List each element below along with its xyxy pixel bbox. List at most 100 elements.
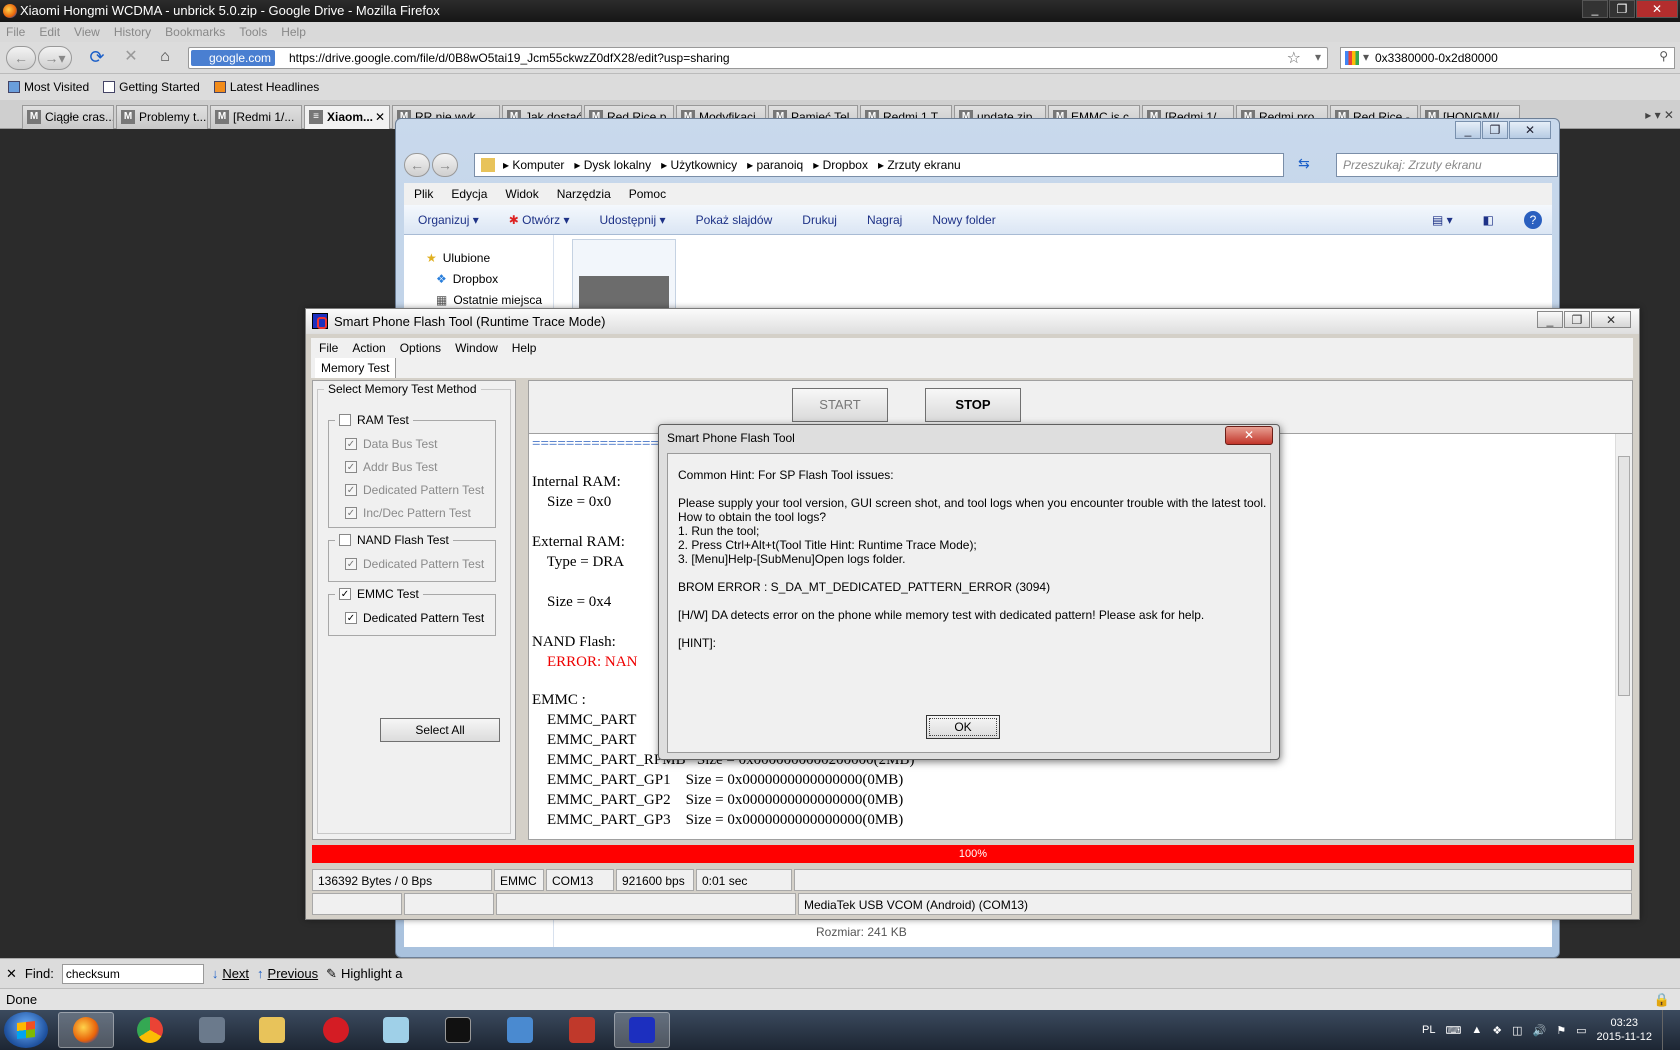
close-button[interactable]: ✕ bbox=[1636, 0, 1678, 18]
menu-edycja[interactable]: Edycja bbox=[451, 183, 487, 205]
find-previous-button[interactable]: ↑ Previous bbox=[257, 966, 318, 981]
close-find-icon[interactable]: ✕ bbox=[6, 966, 17, 982]
taskbar-cmd[interactable] bbox=[430, 1012, 486, 1048]
help-icon[interactable]: ? bbox=[1524, 211, 1542, 229]
inc-dec-pattern-checkbox[interactable]: ✓ bbox=[345, 507, 357, 519]
menu-window[interactable]: Window bbox=[455, 338, 498, 358]
view-options-icon[interactable]: ▤ ▾ bbox=[1432, 205, 1453, 234]
show-hidden-icons[interactable]: ▲ bbox=[1471, 1024, 1482, 1036]
forward-button[interactable]: → bbox=[432, 153, 458, 177]
ram-dedicated-pattern-checkbox[interactable]: ✓ bbox=[345, 484, 357, 496]
clock[interactable]: 03:23 2015-11-12 bbox=[1597, 1016, 1652, 1044]
flag-icon[interactable]: ⚑ bbox=[1556, 1024, 1566, 1037]
browser-tab[interactable]: M Ciągłe cras... bbox=[22, 105, 114, 129]
breadcrumb-item[interactable]: ▸ Użytkownicy bbox=[661, 158, 737, 172]
taskbar-explorer[interactable] bbox=[244, 1012, 300, 1048]
start-button[interactable] bbox=[4, 1012, 48, 1048]
burn-button[interactable]: Nagraj bbox=[867, 205, 902, 234]
menu-view[interactable]: View bbox=[74, 22, 100, 42]
search-engine-dropdown-icon[interactable]: ▾ bbox=[1363, 50, 1369, 64]
url-text[interactable]: https://drive.google.com/file/d/0B8wO5ta… bbox=[289, 48, 730, 68]
taskbar-sp-flash-tool[interactable] bbox=[614, 1012, 670, 1048]
taskbar-remote[interactable] bbox=[492, 1012, 548, 1048]
taskbar-app[interactable] bbox=[184, 1012, 240, 1048]
slideshow-button[interactable]: Pokaż slajdów bbox=[696, 205, 773, 234]
breadcrumb-item[interactable]: ▸ paranoiq bbox=[747, 158, 803, 172]
nav-recent[interactable]: ▦ Ostatnie miejsca bbox=[426, 289, 553, 310]
data-bus-test-checkbox[interactable]: ✓ bbox=[345, 438, 357, 450]
close-button[interactable]: ✕ bbox=[1509, 121, 1551, 139]
scroll-thumb[interactable] bbox=[1618, 456, 1630, 696]
back-button[interactable]: ← bbox=[6, 46, 36, 70]
keyboard-icon[interactable]: ⌨ bbox=[1446, 1024, 1462, 1037]
menu-tools[interactable]: Tools bbox=[239, 22, 267, 42]
menu-file[interactable]: File bbox=[319, 338, 338, 358]
organize-button[interactable]: Organizuj ▾ bbox=[418, 205, 479, 234]
ok-button[interactable]: OK bbox=[926, 715, 1000, 739]
google-icon[interactable] bbox=[1345, 51, 1359, 65]
bookmark-getting-started[interactable]: Getting Started bbox=[103, 74, 200, 100]
menu-bookmarks[interactable]: Bookmarks bbox=[165, 22, 225, 42]
new-folder-button[interactable]: Nowy folder bbox=[932, 205, 995, 234]
taskbar-notes[interactable] bbox=[368, 1012, 424, 1048]
menu-widok[interactable]: Widok bbox=[505, 183, 538, 205]
menu-plik[interactable]: Plik bbox=[414, 183, 433, 205]
stop-button[interactable]: STOP bbox=[925, 388, 1021, 422]
menu-edit[interactable]: Edit bbox=[39, 22, 60, 42]
back-button[interactable]: ← bbox=[404, 153, 430, 177]
restore-button[interactable]: ❐ bbox=[1482, 121, 1508, 139]
display-icon[interactable]: ▭ bbox=[1576, 1024, 1586, 1037]
minimize-button[interactable]: _ bbox=[1455, 121, 1481, 139]
stop-icon[interactable]: ✕ bbox=[118, 46, 144, 70]
breadcrumb-item[interactable]: ▸ Dropbox bbox=[813, 158, 868, 172]
close-tab-icon[interactable]: ✕ bbox=[375, 106, 385, 128]
emmc-dedicated-pattern-checkbox[interactable]: ✓ bbox=[345, 612, 357, 624]
share-button[interactable]: Udostępnij ▾ bbox=[600, 205, 666, 234]
refresh-icon[interactable]: ⇆ bbox=[1298, 155, 1310, 172]
menu-pomoc[interactable]: Pomoc bbox=[629, 183, 666, 205]
search-icon[interactable]: ⚲ bbox=[1659, 49, 1668, 63]
highlight-all-button[interactable]: ✎ Highlight a bbox=[326, 966, 402, 982]
breadcrumb[interactable]: ▸ Komputer ▸ Dysk lokalny ▸ Użytkownicy … bbox=[474, 153, 1284, 177]
tab-scroll-icon[interactable]: ▸ ▾ ✕ bbox=[1645, 108, 1674, 122]
language-indicator[interactable]: PL bbox=[1422, 1024, 1435, 1036]
log-scrollbar[interactable] bbox=[1615, 434, 1632, 839]
select-all-button[interactable]: Select All bbox=[380, 718, 500, 742]
show-desktop-button[interactable] bbox=[1662, 1010, 1672, 1050]
close-button[interactable]: ✕ bbox=[1591, 311, 1631, 328]
dropbox-icon[interactable]: ❖ bbox=[1492, 1024, 1502, 1037]
restore-button[interactable]: ❐ bbox=[1564, 311, 1590, 328]
browser-tab[interactable]: M [Redmi 1/... bbox=[210, 105, 302, 129]
browser-tab[interactable]: ≡ Xiaom... ✕ bbox=[304, 105, 390, 129]
menu-narzedzia[interactable]: Narzędzia bbox=[557, 183, 611, 205]
menu-action[interactable]: Action bbox=[352, 338, 385, 358]
addr-bus-test-checkbox[interactable]: ✓ bbox=[345, 461, 357, 473]
menu-file[interactable]: File bbox=[6, 22, 25, 42]
network-icon[interactable]: ◫ bbox=[1512, 1024, 1522, 1037]
volume-icon[interactable]: 🔊 bbox=[1533, 1024, 1547, 1037]
taskbar-toolbox[interactable] bbox=[554, 1012, 610, 1048]
menu-help[interactable]: Help bbox=[512, 338, 537, 358]
menu-help[interactable]: Help bbox=[281, 22, 306, 42]
explorer-search-input[interactable]: Przeszukaj: Zrzuty ekranu bbox=[1336, 153, 1558, 177]
search-input[interactable]: 0x3380000-0x2d80000 bbox=[1375, 48, 1498, 68]
breadcrumb-item[interactable]: ▸ Dysk lokalny bbox=[574, 158, 651, 172]
bookmark-most-visited[interactable]: Most Visited bbox=[8, 74, 89, 100]
taskbar-opera[interactable] bbox=[308, 1012, 364, 1048]
breadcrumb-item[interactable]: ▸ Zrzuty ekranu bbox=[878, 158, 961, 172]
print-button[interactable]: Drukuj bbox=[802, 205, 837, 234]
restore-button[interactable]: ❐ bbox=[1609, 0, 1635, 18]
find-input[interactable] bbox=[61, 963, 204, 984]
home-icon[interactable]: ⌂ bbox=[152, 46, 178, 70]
minimize-button[interactable]: _ bbox=[1582, 0, 1608, 18]
menu-history[interactable]: History bbox=[114, 22, 151, 42]
reload-icon[interactable]: ⟳ bbox=[84, 46, 110, 70]
emmc-test-checkbox[interactable]: ✓ bbox=[339, 588, 351, 600]
forward-button[interactable]: →▾ bbox=[38, 46, 72, 70]
star-icon[interactable]: ☆ bbox=[1287, 48, 1301, 68]
dialog-close-button[interactable]: ✕ bbox=[1225, 426, 1273, 445]
nav-favorites[interactable]: ★ Ulubione bbox=[426, 247, 553, 268]
minimize-button[interactable]: _ bbox=[1537, 311, 1563, 328]
menu-options[interactable]: Options bbox=[400, 338, 441, 358]
breadcrumb-item[interactable]: ▸ Komputer bbox=[503, 158, 564, 172]
